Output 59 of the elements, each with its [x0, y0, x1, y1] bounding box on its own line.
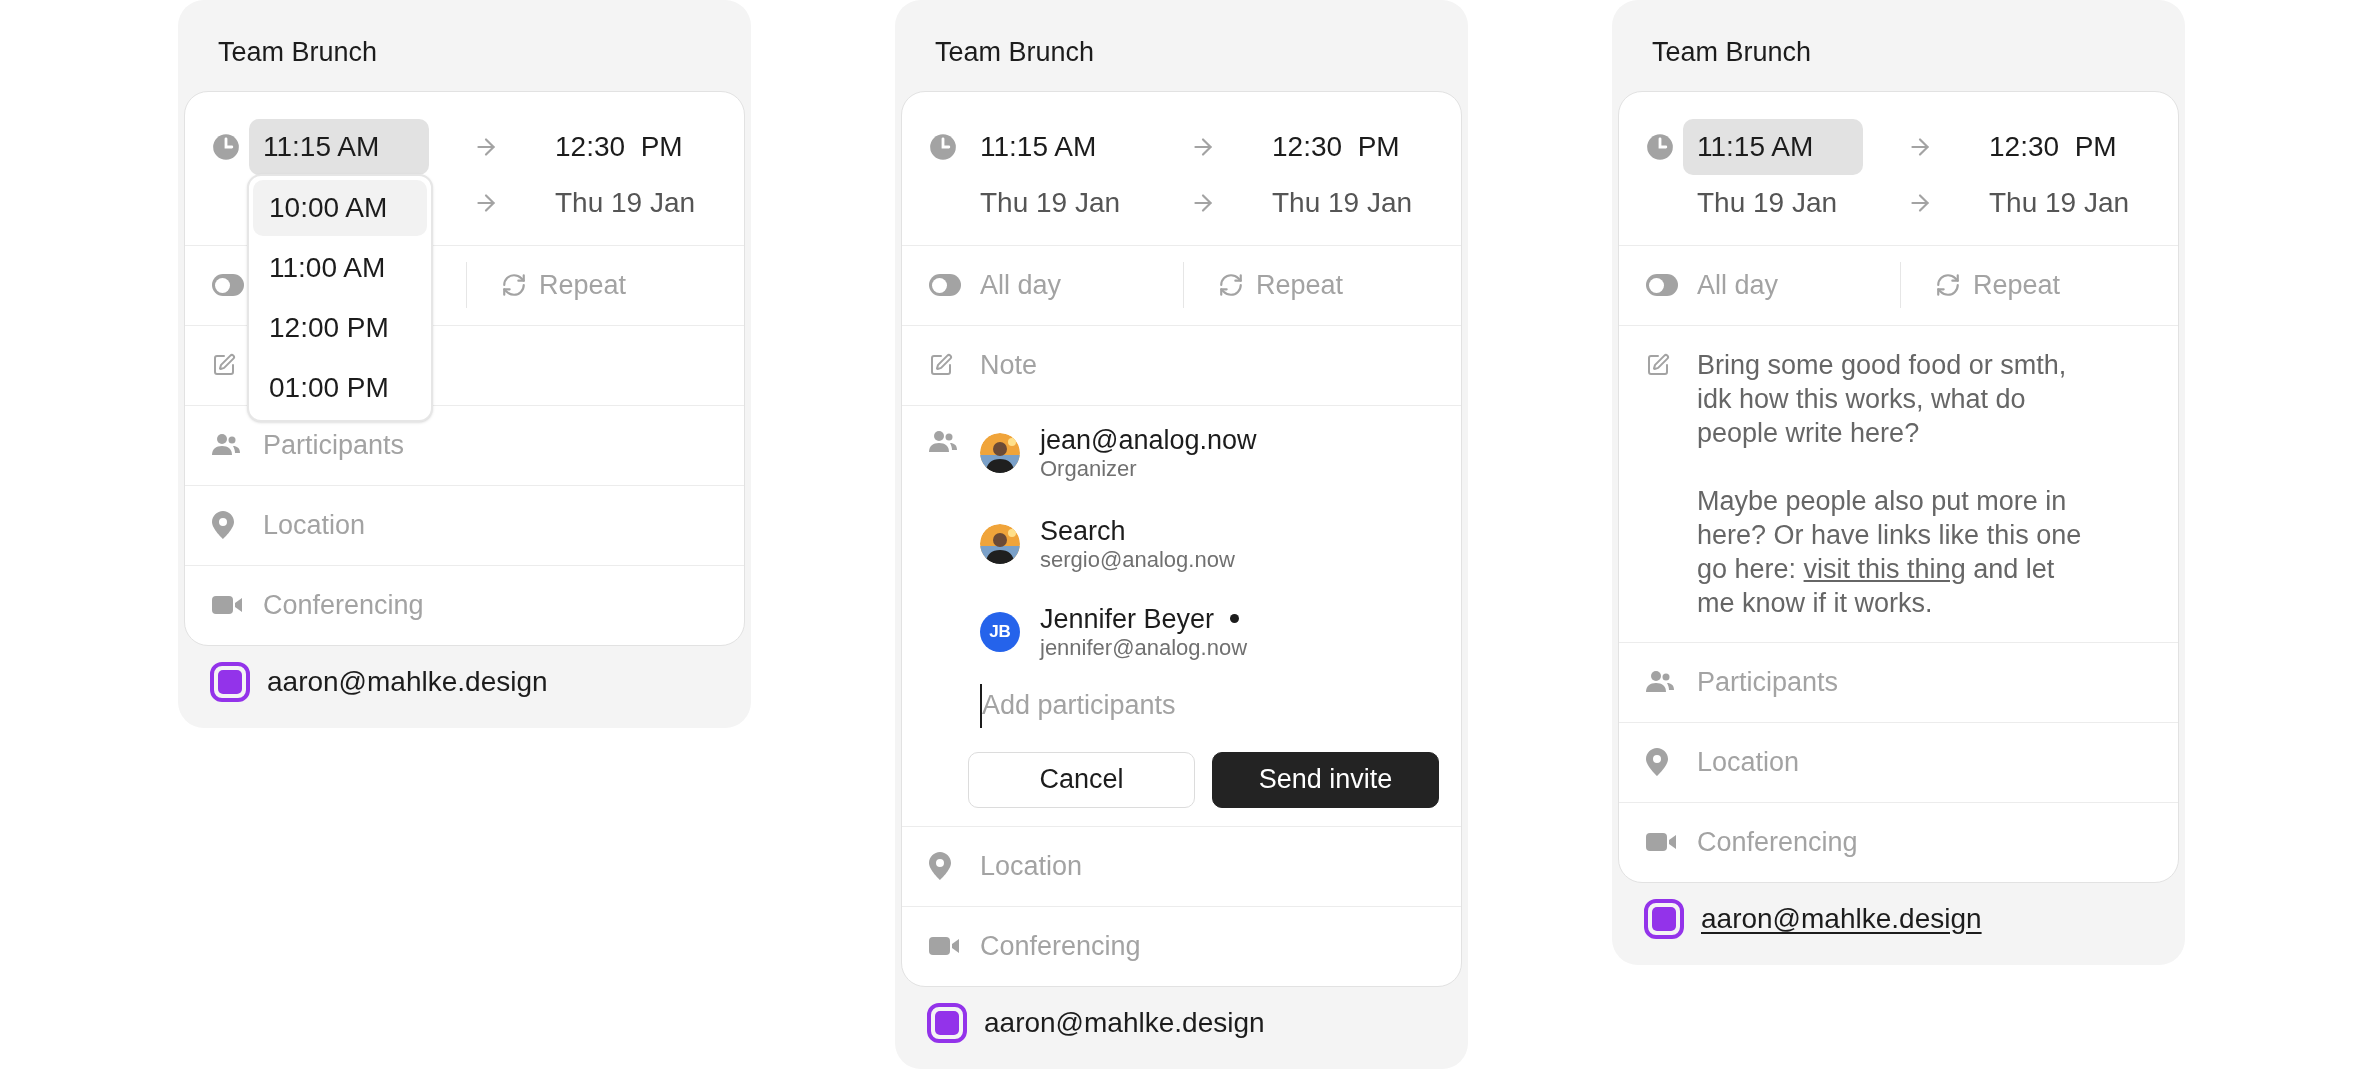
end-time-field[interactable]: 12:30 PM — [1272, 125, 1400, 168]
end-date-field[interactable]: Thu 19 Jan — [555, 181, 696, 224]
end-date-field[interactable]: Thu 19 Jan — [1272, 181, 1413, 224]
clock-icon — [1646, 132, 1674, 161]
time-option[interactable]: 11:00 AM — [253, 239, 427, 296]
send-invite-button[interactable]: Send invite — [1212, 751, 1439, 808]
start-date-field[interactable]: Thu 19 Jan — [1697, 181, 1838, 224]
participant-name: Jennifer Beyer — [1040, 602, 1215, 635]
start-time-field[interactable]: 11:15 AM — [1683, 118, 1863, 175]
repeat-icon — [501, 272, 527, 298]
note-paragraph: Maybe people also put more in here? Or have links like this one go here: visit this thing and let me know if it works. — [1697, 484, 2083, 620]
repeat-icon — [1218, 272, 1244, 298]
location-pin-icon — [929, 852, 951, 880]
participant-name: Search — [1040, 514, 1126, 547]
end-date-field[interactable]: Thu 19 Jan — [1989, 181, 2130, 224]
event-title: Team Brunch — [1651, 36, 1812, 69]
edit-note-icon — [212, 353, 236, 377]
time-option[interactable]: 01:00 PM — [253, 359, 427, 416]
add-participants-field[interactable]: Add participants — [980, 683, 1280, 728]
toggle-switch[interactable] — [212, 274, 244, 296]
event-title: Team Brunch — [934, 36, 1095, 69]
time-option[interactable]: 12:00 PM — [253, 299, 427, 356]
participant-name: jean@analog.now — [1040, 423, 1257, 456]
calendar-color-icon — [1644, 898, 1684, 939]
end-time-field[interactable]: 12:30 PM — [1989, 125, 2117, 168]
users-icon — [929, 429, 957, 454]
video-camera-icon — [929, 936, 959, 956]
users-icon — [212, 433, 240, 457]
edit-note-icon — [929, 353, 953, 377]
toggle-switch[interactable] — [929, 274, 961, 296]
initials-avatar: JB — [980, 611, 1020, 652]
participant-subtitle: Organizer — [1040, 455, 1138, 482]
note-link[interactable]: visit this thing — [1803, 553, 1966, 584]
all-day-label: All day — [980, 268, 1062, 302]
participant-subtitle: sergio@analog.now — [1040, 546, 1235, 573]
video-camera-icon — [212, 595, 242, 615]
account-email: aaron@mahlke.design — [267, 664, 548, 699]
toggle-switch[interactable] — [1646, 274, 1678, 296]
cancel-button[interactable]: Cancel — [968, 751, 1195, 808]
account-email[interactable]: aaron@mahlke.design — [1701, 897, 1982, 940]
event-title: Team Brunch — [217, 36, 378, 69]
location-pin-icon — [212, 511, 234, 539]
location-pin-icon — [1646, 748, 1668, 776]
end-time-field[interactable]: 12:30 PM — [555, 125, 683, 168]
note-paragraph: Bring some good food or smth, idk how this works, what do people write here? — [1697, 348, 2068, 450]
start-time-field[interactable]: 11:15 AM — [249, 118, 429, 175]
calendar-color-icon — [927, 1002, 967, 1043]
participant-subtitle: jennifer@analog.now — [1040, 634, 1248, 661]
clock-icon — [929, 132, 957, 161]
clock-icon — [212, 132, 240, 161]
users-icon — [1646, 670, 1674, 694]
all-day-label: All day — [1697, 268, 1779, 302]
video-camera-icon — [1646, 832, 1676, 852]
start-date-field[interactable]: Thu 19 Jan — [980, 181, 1121, 224]
repeat-icon — [1935, 272, 1961, 298]
time-option[interactable]: 10:00 AM — [253, 179, 427, 236]
calendar-color-icon — [210, 661, 250, 702]
account-email: aaron@mahlke.design — [984, 1005, 1265, 1040]
edit-note-icon — [1646, 352, 1670, 377]
